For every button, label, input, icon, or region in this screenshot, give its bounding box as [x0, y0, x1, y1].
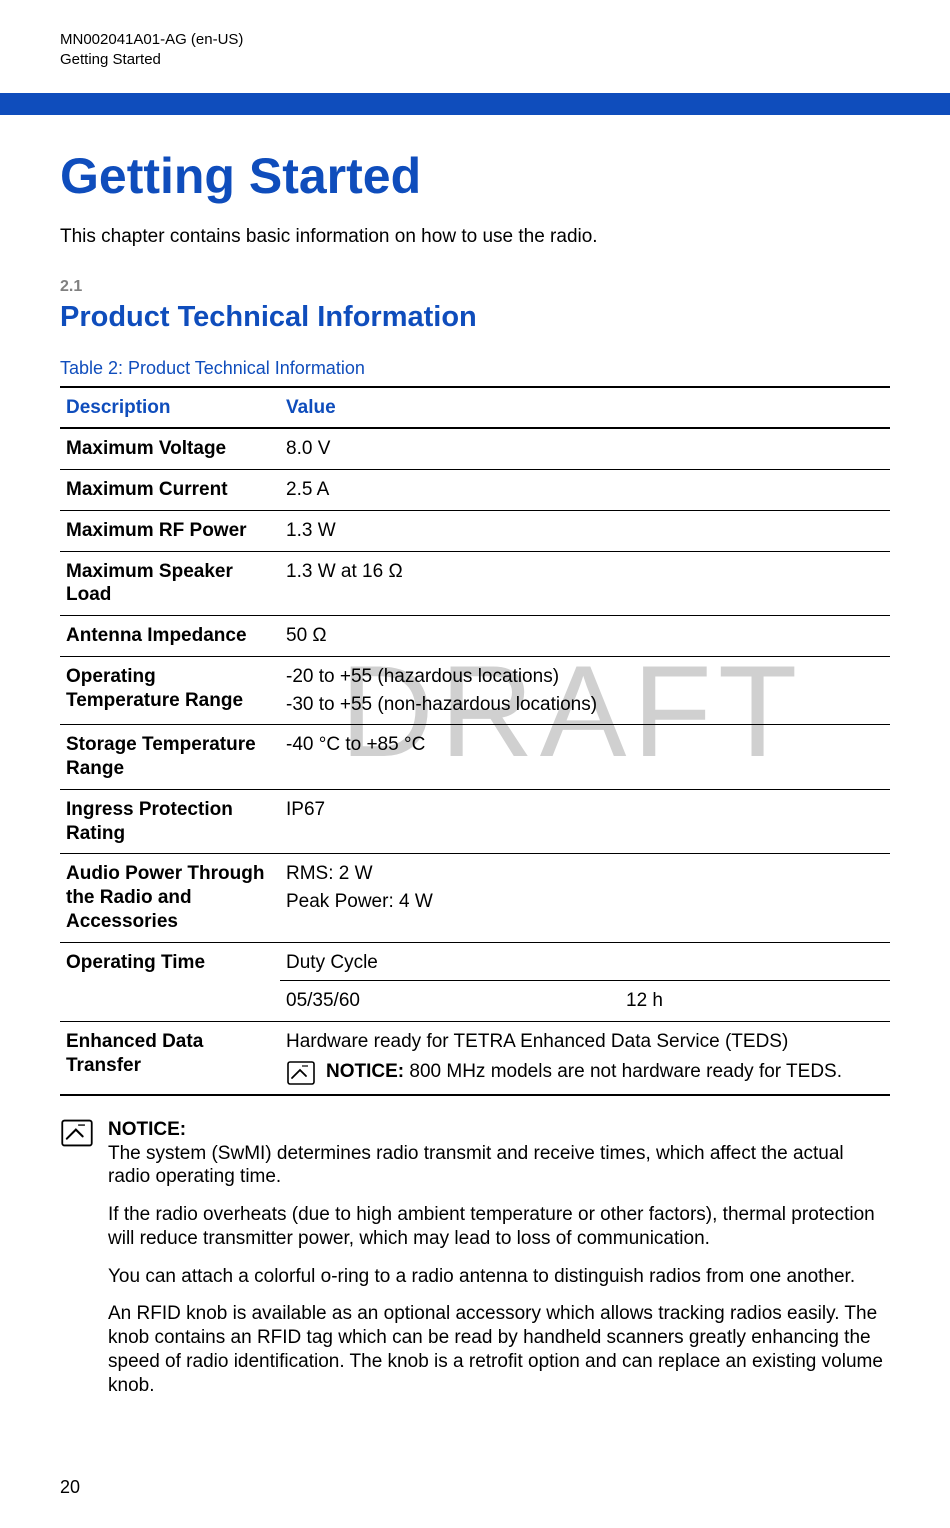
notice-paragraph: An RFID knob is available as an optional…	[108, 1302, 890, 1397]
notice-body: NOTICE: The system (SwMI) determines rad…	[108, 1118, 890, 1398]
spec-value: 1.3 W at 16 Ω	[280, 551, 890, 616]
table-row: Maximum Current 2.5 A	[60, 470, 890, 511]
notice-label: NOTICE:	[108, 1119, 186, 1140]
spec-desc: Antenna Impedance	[60, 616, 280, 657]
page-header-meta: MN002041A01-AG (en-US) Getting Started	[60, 30, 890, 71]
section-title: Product Technical Information	[60, 299, 890, 335]
table-row: Maximum RF Power 1.3 W	[60, 510, 890, 551]
spec-value: 50 Ω	[280, 616, 890, 657]
doc-section-name: Getting Started	[60, 50, 890, 70]
table-header-value: Value	[280, 387, 890, 429]
note-icon	[60, 1118, 94, 1148]
spec-value: 1.3 W	[280, 510, 890, 551]
table-row: Audio Power Through the Radio and Access…	[60, 854, 890, 942]
notice-label: NOTICE:	[326, 1061, 404, 1082]
table-row: Ingress Protection Rating IP67	[60, 789, 890, 854]
spec-value: -40 °C to +85 °C	[280, 725, 890, 790]
duty-cycle-hours: 12 h	[626, 989, 884, 1013]
spec-value-line: Peak Power: 4 W	[286, 890, 884, 914]
spec-desc: Storage Temperature Range	[60, 725, 280, 790]
spec-desc: Maximum Current	[60, 470, 280, 511]
table-caption: Table 2: Product Technical Information	[60, 357, 890, 380]
inline-notice: NOTICE: 800 MHz models are not hardware …	[286, 1060, 884, 1086]
table-row: Operating Time Duty Cycle 05/35/60 12 h	[60, 942, 890, 1022]
spec-value-line: -30 to +55 (non-hazardous locations)	[286, 693, 884, 717]
spec-desc: Operating Temperature Range	[60, 656, 280, 725]
spec-value: IP67	[280, 789, 890, 854]
table-row: Maximum Speaker Load 1.3 W at 16 Ω	[60, 551, 890, 616]
table-row: Operating Temperature Range -20 to +55 (…	[60, 656, 890, 725]
note-icon	[286, 1060, 316, 1086]
spec-desc: Maximum Speaker Load	[60, 551, 280, 616]
spec-value: 8.0 V	[280, 428, 890, 469]
page-notice-block: NOTICE: The system (SwMI) determines rad…	[60, 1118, 890, 1398]
notice-paragraph: You can attach a colorful o-ring to a ra…	[108, 1265, 890, 1289]
table-header-description: Description	[60, 387, 280, 429]
spec-value: 2.5 A	[280, 470, 890, 511]
spec-value: RMS: 2 W Peak Power: 4 W	[280, 854, 890, 942]
spec-desc: Enhanced Data Transfer	[60, 1022, 280, 1095]
table-row: Maximum Voltage 8.0 V	[60, 428, 890, 469]
spec-value-line: -20 to +55 (hazardous locations)	[286, 665, 884, 689]
chapter-intro: This chapter contains basic information …	[60, 225, 890, 249]
inline-notice-text: NOTICE: 800 MHz models are not hardware …	[326, 1060, 842, 1084]
spec-value: Duty Cycle 05/35/60 12 h	[280, 942, 890, 1022]
spec-desc: Audio Power Through the Radio and Access…	[60, 854, 280, 942]
notice-paragraph: If the radio overheats (due to high ambi…	[108, 1203, 890, 1251]
spec-value: Hardware ready for TETRA Enhanced Data S…	[280, 1022, 890, 1095]
spec-value-main: Duty Cycle	[286, 952, 378, 973]
page-number: 20	[60, 1476, 80, 1499]
spec-value-main: Hardware ready for TETRA Enhanced Data S…	[286, 1031, 788, 1052]
doc-id: MN002041A01-AG (en-US)	[60, 30, 890, 50]
spec-value: -20 to +55 (hazardous locations) -30 to …	[280, 656, 890, 725]
duty-cycle-subrow: 05/35/60 12 h	[280, 980, 890, 1021]
spec-desc: Operating Time	[60, 942, 280, 1022]
table-row: Antenna Impedance 50 Ω	[60, 616, 890, 657]
section-number: 2.1	[60, 277, 890, 297]
product-tech-info-table: Description Value Maximum Voltage 8.0 V …	[60, 386, 890, 1096]
spec-desc: Ingress Protection Rating	[60, 789, 280, 854]
notice-paragraph: The system (SwMI) determines radio trans…	[108, 1143, 844, 1188]
table-row: Enhanced Data Transfer Hardware ready fo…	[60, 1022, 890, 1095]
spec-value-line: RMS: 2 W	[286, 862, 884, 886]
duty-cycle-ratio: 05/35/60	[286, 989, 626, 1013]
table-row: Storage Temperature Range -40 °C to +85 …	[60, 725, 890, 790]
spec-desc: Maximum Voltage	[60, 428, 280, 469]
notice-message: 800 MHz models are not hardware ready fo…	[404, 1061, 842, 1082]
header-divider-bar	[0, 93, 950, 115]
chapter-title: Getting Started	[60, 145, 890, 208]
spec-desc: Maximum RF Power	[60, 510, 280, 551]
